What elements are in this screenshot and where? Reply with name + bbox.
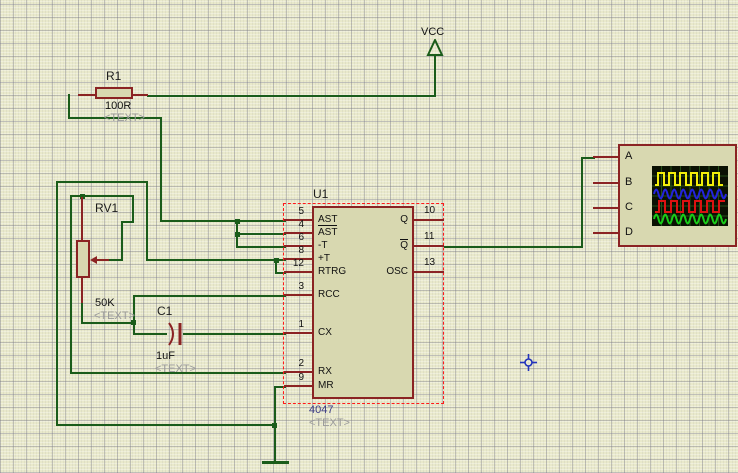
pot-lead xyxy=(81,197,83,241)
junction-dot xyxy=(235,219,240,224)
pot-text-placeholder: <TEXT> xyxy=(94,310,135,322)
ic-part-number: 4047 xyxy=(309,404,334,416)
pin-stub[interactable] xyxy=(284,294,312,296)
pin-stub[interactable] xyxy=(414,271,444,273)
pin-number: 11 xyxy=(424,231,435,242)
resistor-lead xyxy=(133,94,148,96)
wire-segment[interactable] xyxy=(133,295,286,297)
wire-segment[interactable] xyxy=(133,333,167,335)
scope-pin-stub[interactable] xyxy=(593,156,618,158)
pin-label: AST xyxy=(318,214,338,226)
ground-symbol[interactable] xyxy=(262,461,289,464)
ic-text-placeholder: <TEXT> xyxy=(309,417,350,429)
pin-label: -T xyxy=(318,240,328,251)
scope-pin-stub[interactable] xyxy=(593,207,618,209)
wire-segment[interactable] xyxy=(146,259,286,261)
scope-pin-stub[interactable] xyxy=(593,232,618,234)
pin-label: Q xyxy=(400,214,408,225)
ic-ref: U1 xyxy=(313,187,329,201)
pin-label: RTRG xyxy=(318,266,347,277)
pin-number: 12 xyxy=(292,258,304,269)
cap-ref: C1 xyxy=(157,304,173,318)
scope-channel-label: B xyxy=(625,176,633,188)
pin-stub[interactable] xyxy=(284,271,312,273)
pin-number: 4 xyxy=(298,219,304,230)
wire-segment[interactable] xyxy=(581,157,583,248)
resistor-text-placeholder: <TEXT> xyxy=(104,112,145,124)
pin-number: 2 xyxy=(298,358,304,369)
pot-value: 50K xyxy=(95,297,115,309)
wire-segment[interactable] xyxy=(132,195,134,223)
pin-label: AST xyxy=(318,227,338,238)
wire-segment[interactable] xyxy=(183,333,286,335)
pin-label: MR xyxy=(318,380,334,391)
scope-channel-label: A xyxy=(625,150,633,162)
wire-segment[interactable] xyxy=(146,181,148,261)
pin-number: 9 xyxy=(298,372,304,383)
pot-lead xyxy=(81,278,83,303)
pin-label: RCC xyxy=(318,289,340,300)
wire-segment[interactable] xyxy=(56,424,276,426)
scope-channel-label: D xyxy=(625,226,633,238)
pin-label: OSC xyxy=(386,266,408,277)
pin-stub[interactable] xyxy=(414,245,444,247)
resistor-lead xyxy=(78,94,95,96)
vcc-label: VCC xyxy=(421,26,445,38)
resistor-ref: R1 xyxy=(106,69,122,83)
wire-segment[interactable] xyxy=(236,233,286,235)
pin-label: Q xyxy=(400,239,408,251)
vcc-arrow-icon[interactable] xyxy=(426,39,444,57)
scope-pin-stub[interactable] xyxy=(593,182,618,184)
scope-channel-label: C xyxy=(625,201,633,213)
cap-value: 1uF xyxy=(156,350,175,362)
potentiometer-rv1[interactable] xyxy=(76,240,90,278)
scope-screen xyxy=(652,166,728,226)
pin-stub[interactable] xyxy=(284,332,312,334)
wire-segment[interactable] xyxy=(68,94,70,119)
wire-segment[interactable] xyxy=(147,95,436,97)
pin-number: 6 xyxy=(298,232,304,243)
pin-stub[interactable] xyxy=(414,219,444,221)
pin-number: 3 xyxy=(298,281,304,292)
pin-stub[interactable] xyxy=(284,385,312,387)
wire-segment[interactable] xyxy=(70,195,72,374)
capacitor-c1[interactable] xyxy=(163,321,185,347)
pin-label: RX xyxy=(318,366,332,377)
wire-segment[interactable] xyxy=(160,220,286,222)
junction-dot xyxy=(274,258,279,263)
wire-segment[interactable] xyxy=(81,322,135,324)
cap-text-placeholder: <TEXT> xyxy=(155,363,196,375)
pot-ref: RV1 xyxy=(95,201,119,215)
pin-number: 10 xyxy=(424,205,436,216)
pin-label: +T xyxy=(318,253,330,264)
wire-segment[interactable] xyxy=(444,246,583,248)
wire-segment[interactable] xyxy=(434,55,436,97)
wire-segment[interactable] xyxy=(236,246,286,248)
resistor-value: 100R xyxy=(105,100,132,112)
wire-segment[interactable] xyxy=(56,181,148,183)
wire-segment[interactable] xyxy=(81,300,83,324)
pot-wiper-arrow-icon xyxy=(90,256,97,264)
junction-dot xyxy=(235,232,240,237)
pin-number: 8 xyxy=(298,245,304,256)
pin-number: 5 xyxy=(298,206,304,217)
resistor-r1[interactable] xyxy=(95,87,133,99)
wire-segment[interactable] xyxy=(121,221,123,261)
pin-label: CX xyxy=(318,327,332,338)
wire-segment[interactable] xyxy=(56,181,58,426)
pin-number: 1 xyxy=(298,319,304,330)
pin-number: 13 xyxy=(424,257,436,268)
pot-wiper xyxy=(95,259,109,261)
origin-crosshair-icon xyxy=(520,354,537,371)
wire-segment[interactable] xyxy=(160,117,162,222)
